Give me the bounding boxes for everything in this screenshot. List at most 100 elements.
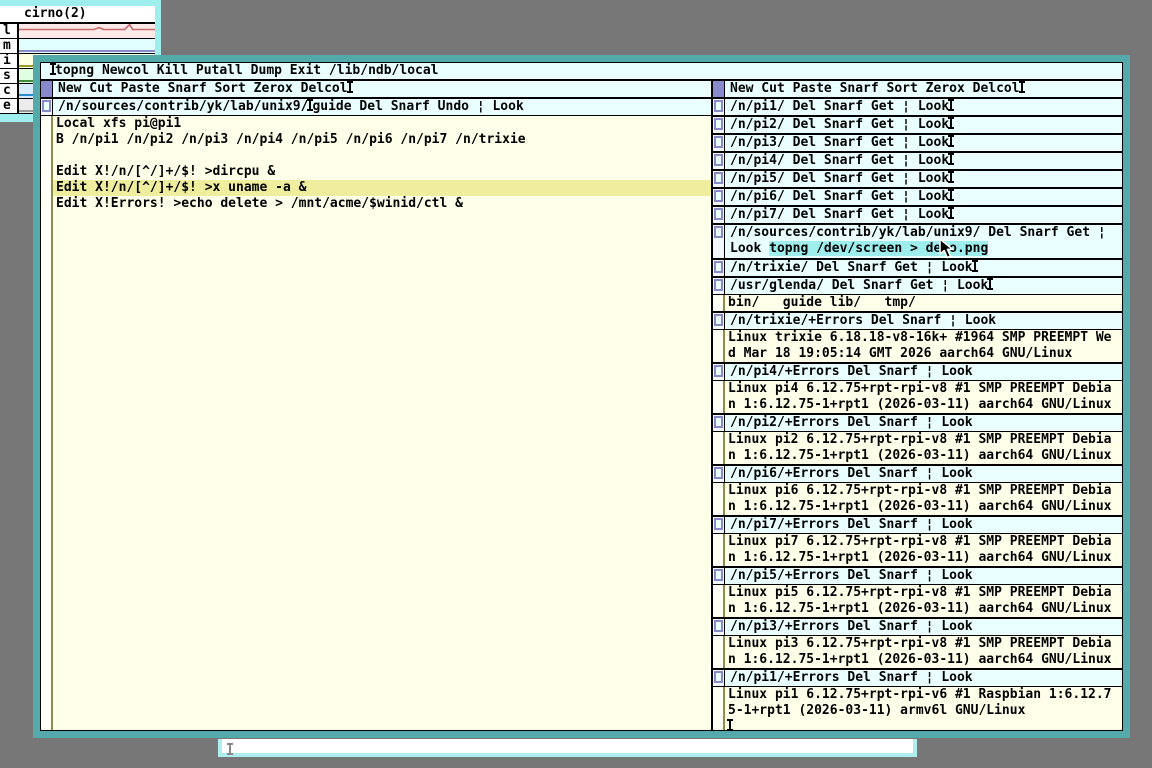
scrollbar[interactable]: [713, 534, 725, 566]
dirty-box[interactable]: [714, 261, 723, 273]
body-line[interactable]: [53, 148, 711, 164]
pi6-errors-body[interactable]: Linux pi6 6.12.75+rpt-rpi-v8 #1 SMP PREE…: [713, 483, 1122, 515]
pi2-errors-tag[interactable]: /n/pi2/+Errors Del Snarf ¦ Look: [713, 415, 1122, 432]
pi3-errors-body[interactable]: Linux pi3 6.12.75+rpt-rpi-v8 #1 SMP PREE…: [713, 636, 1122, 668]
dirty-box[interactable]: [42, 100, 51, 112]
scrollbar[interactable]: [713, 636, 725, 668]
pi1-errors-body[interactable]: Linux pi1 6.12.75+rpt-rpi-v6 #1 Raspbian…: [713, 687, 1122, 730]
scrollbar[interactable]: [713, 687, 725, 730]
trixie-dir-tag[interactable]: /n/trixie/ Del Snarf Get ¦ Look: [713, 260, 1122, 276]
body-line[interactable]: n 1:6.12.75-1+rpt1 (2026-03-11) aarch64 …: [725, 499, 1122, 515]
dirty-box[interactable]: [714, 671, 723, 683]
trixie-errors-body[interactable]: Linux trixie 6.18.18-v8-16k+ #1964 SMP P…: [713, 330, 1122, 362]
body-line[interactable]: [725, 719, 1122, 730]
body-line[interactable]: Edit X!/n/[^/]+/$! >x uname -a &: [53, 180, 711, 196]
pi6-errors-text[interactable]: Linux pi6 6.12.75+rpt-rpi-v8 #1 SMP PREE…: [725, 483, 1122, 515]
dirty-box[interactable]: [714, 620, 723, 632]
body-line[interactable]: Linux pi4 6.12.75+rpt-rpi-v8 #1 SMP PREE…: [725, 381, 1122, 397]
background-terminal-window[interactable]: [218, 739, 917, 757]
glenda-dir-body[interactable]: bin/ guide lib/ tmp/: [713, 295, 1122, 311]
acme-main-tag[interactable]: topng Newcol Kill Putall Dump Exit /lib/…: [41, 63, 1122, 81]
dirty-box[interactable]: [714, 365, 723, 377]
glenda-dir-text[interactable]: bin/ guide lib/ tmp/: [725, 295, 1122, 311]
column-layout-box[interactable]: [713, 81, 725, 97]
dirty-box[interactable]: [714, 100, 723, 112]
unix9-dir-tag[interactable]: /n/sources/contrib/yk/lab/unix9/ Del Sna…: [713, 225, 1122, 258]
dirty-box[interactable]: [714, 569, 723, 581]
dirty-box[interactable]: [714, 467, 723, 479]
pi2-errors-body[interactable]: Linux pi2 6.12.75+rpt-rpi-v8 #1 SMP PREE…: [713, 432, 1122, 464]
scrollbar[interactable]: [713, 330, 725, 362]
body-line[interactable]: Linux pi2 6.12.75+rpt-rpi-v8 #1 SMP PREE…: [725, 432, 1122, 448]
dirty-box[interactable]: [714, 314, 723, 326]
dirty-box[interactable]: [714, 416, 723, 428]
left-column-tag[interactable]: New Cut Paste Snarf Sort Zerox Delcol: [41, 81, 711, 99]
scrollbar[interactable]: [713, 585, 725, 617]
dirty-box[interactable]: [714, 518, 723, 530]
guide-window-body[interactable]: Local xfs pi@pi1B /n/pi1 /n/pi2 /n/pi3 /…: [41, 116, 711, 730]
pi4-errors-body[interactable]: Linux pi4 6.12.75+rpt-rpi-v8 #1 SMP PREE…: [713, 381, 1122, 413]
pi3-errors-text[interactable]: Linux pi3 6.12.75+rpt-rpi-v8 #1 SMP PREE…: [725, 636, 1122, 668]
scrollbar[interactable]: [713, 295, 725, 311]
body-line[interactable]: Linux pi1 6.12.75+rpt-rpi-v6 #1 Raspbian…: [725, 687, 1122, 703]
pi2-dir-tag[interactable]: /n/pi2/ Del Snarf Get ¦ Look: [713, 117, 1122, 133]
body-line[interactable]: d Mar 18 19:05:14 GMT 2026 aarch64 GNU/L…: [725, 346, 1122, 362]
pi7-errors-text[interactable]: Linux pi7 6.12.75+rpt-rpi-v8 #1 SMP PREE…: [725, 534, 1122, 566]
scrollbar[interactable]: [713, 381, 725, 413]
pi5-dir-tag[interactable]: /n/pi5/ Del Snarf Get ¦ Look: [713, 171, 1122, 187]
scrollbar[interactable]: [713, 432, 725, 464]
pi7-dir-tag[interactable]: /n/pi7/ Del Snarf Get ¦ Look: [713, 207, 1122, 223]
body-line[interactable]: Local xfs pi@pi1: [53, 116, 711, 132]
pi2-errors-text[interactable]: Linux pi2 6.12.75+rpt-rpi-v8 #1 SMP PREE…: [725, 432, 1122, 464]
pi3-errors-tag[interactable]: /n/pi3/+Errors Del Snarf ¦ Look: [713, 619, 1122, 636]
dirty-box[interactable]: [714, 118, 723, 130]
body-line[interactable]: Linux trixie 6.18.18-v8-16k+ #1964 SMP P…: [725, 330, 1122, 346]
body-line[interactable]: Linux pi3 6.12.75+rpt-rpi-v8 #1 SMP PREE…: [725, 636, 1122, 652]
scrollbar[interactable]: [41, 116, 53, 730]
body-line[interactable]: Linux pi6 6.12.75+rpt-rpi-v8 #1 SMP PREE…: [725, 483, 1122, 499]
pi1-dir-tag[interactable]: /n/pi1/ Del Snarf Get ¦ Look: [713, 99, 1122, 115]
body-line[interactable]: 5-1+rpt1 (2026-03-11) armv6l GNU/Linux: [725, 703, 1122, 719]
dirty-box[interactable]: [714, 136, 723, 148]
pi5-errors-tag[interactable]: /n/pi5/+Errors Del Snarf ¦ Look: [713, 568, 1122, 585]
body-line[interactable]: bin/ guide lib/ tmp/: [725, 295, 1122, 311]
body-line[interactable]: n 1:6.12.75-1+rpt1 (2026-03-11) aarch64 …: [725, 601, 1122, 617]
dirty-box[interactable]: [714, 190, 723, 202]
pi7-errors-tag[interactable]: /n/pi7/+Errors Del Snarf ¦ Look: [713, 517, 1122, 534]
dirty-box[interactable]: [714, 154, 723, 166]
pi4-dir-tag[interactable]: /n/pi4/ Del Snarf Get ¦ Look: [713, 153, 1122, 169]
pi1-errors-text[interactable]: Linux pi1 6.12.75+rpt-rpi-v6 #1 Raspbian…: [725, 687, 1122, 730]
dirty-box[interactable]: [714, 279, 723, 291]
body-line[interactable]: n 1:6.12.75-1+rpt1 (2026-03-11) aarch64 …: [725, 397, 1122, 413]
pi3-dir-tag[interactable]: /n/pi3/ Del Snarf Get ¦ Look: [713, 135, 1122, 151]
dirty-box[interactable]: [714, 226, 723, 238]
background-terminal-text-area[interactable]: [222, 739, 913, 753]
pi6-errors-tag[interactable]: /n/pi6/+Errors Del Snarf ¦ Look: [713, 466, 1122, 483]
pi6-dir-tag[interactable]: /n/pi6/ Del Snarf Get ¦ Look: [713, 189, 1122, 205]
body-line[interactable]: B /n/pi1 /n/pi2 /n/pi3 /n/pi4 /n/pi5 /n/…: [53, 132, 711, 148]
body-line[interactable]: n 1:6.12.75-1+rpt1 (2026-03-11) aarch64 …: [725, 448, 1122, 464]
pi5-errors-text[interactable]: Linux pi5 6.12.75+rpt-rpi-v8 #1 SMP PREE…: [725, 585, 1122, 617]
body-line[interactable]: n 1:6.12.75-1+rpt1 (2026-03-11) aarch64 …: [725, 550, 1122, 566]
dirty-box[interactable]: [714, 208, 723, 220]
pi1-errors-tag[interactable]: /n/pi1/+Errors Del Snarf ¦ Look: [713, 670, 1122, 687]
pi7-errors-body[interactable]: Linux pi7 6.12.75+rpt-rpi-v8 #1 SMP PREE…: [713, 534, 1122, 566]
glenda-dir-tag[interactable]: /usr/glenda/ Del Snarf Get ¦ Look: [713, 278, 1122, 295]
guide-window-tag[interactable]: /n/sources/contrib/yk/lab/unix9/guide De…: [41, 99, 711, 116]
body-line[interactable]: Edit X!Errors! >echo delete > /mnt/acme/…: [53, 196, 711, 212]
pi4-errors-tag[interactable]: /n/pi4/+Errors Del Snarf ¦ Look: [713, 364, 1122, 381]
dirty-box[interactable]: [714, 172, 723, 184]
guide-window-text[interactable]: Local xfs pi@pi1B /n/pi1 /n/pi2 /n/pi3 /…: [53, 116, 711, 730]
pi4-errors-text[interactable]: Linux pi4 6.12.75+rpt-rpi-v8 #1 SMP PREE…: [725, 381, 1122, 413]
scrollbar[interactable]: [713, 483, 725, 515]
body-line[interactable]: n 1:6.12.75-1+rpt1 (2026-03-11) aarch64 …: [725, 652, 1122, 668]
body-line[interactable]: Linux pi7 6.12.75+rpt-rpi-v8 #1 SMP PREE…: [725, 534, 1122, 550]
column-layout-box[interactable]: [41, 81, 53, 97]
right-column-tag[interactable]: New Cut Paste Snarf Sort Zerox Delcol: [713, 81, 1122, 99]
window-unix9-dir: /n/sources/contrib/yk/lab/unix9/ Del Sna…: [713, 225, 1122, 260]
trixie-errors-text[interactable]: Linux trixie 6.18.18-v8-16k+ #1964 SMP P…: [725, 330, 1122, 362]
pi5-errors-body[interactable]: Linux pi5 6.12.75+rpt-rpi-v8 #1 SMP PREE…: [713, 585, 1122, 617]
body-line[interactable]: Linux pi5 6.12.75+rpt-rpi-v8 #1 SMP PREE…: [725, 585, 1122, 601]
body-line[interactable]: Edit X!/n/[^/]+/$! >dircpu &: [53, 164, 711, 180]
trixie-errors-tag[interactable]: /n/trixie/+Errors Del Snarf ¦ Look: [713, 313, 1122, 330]
